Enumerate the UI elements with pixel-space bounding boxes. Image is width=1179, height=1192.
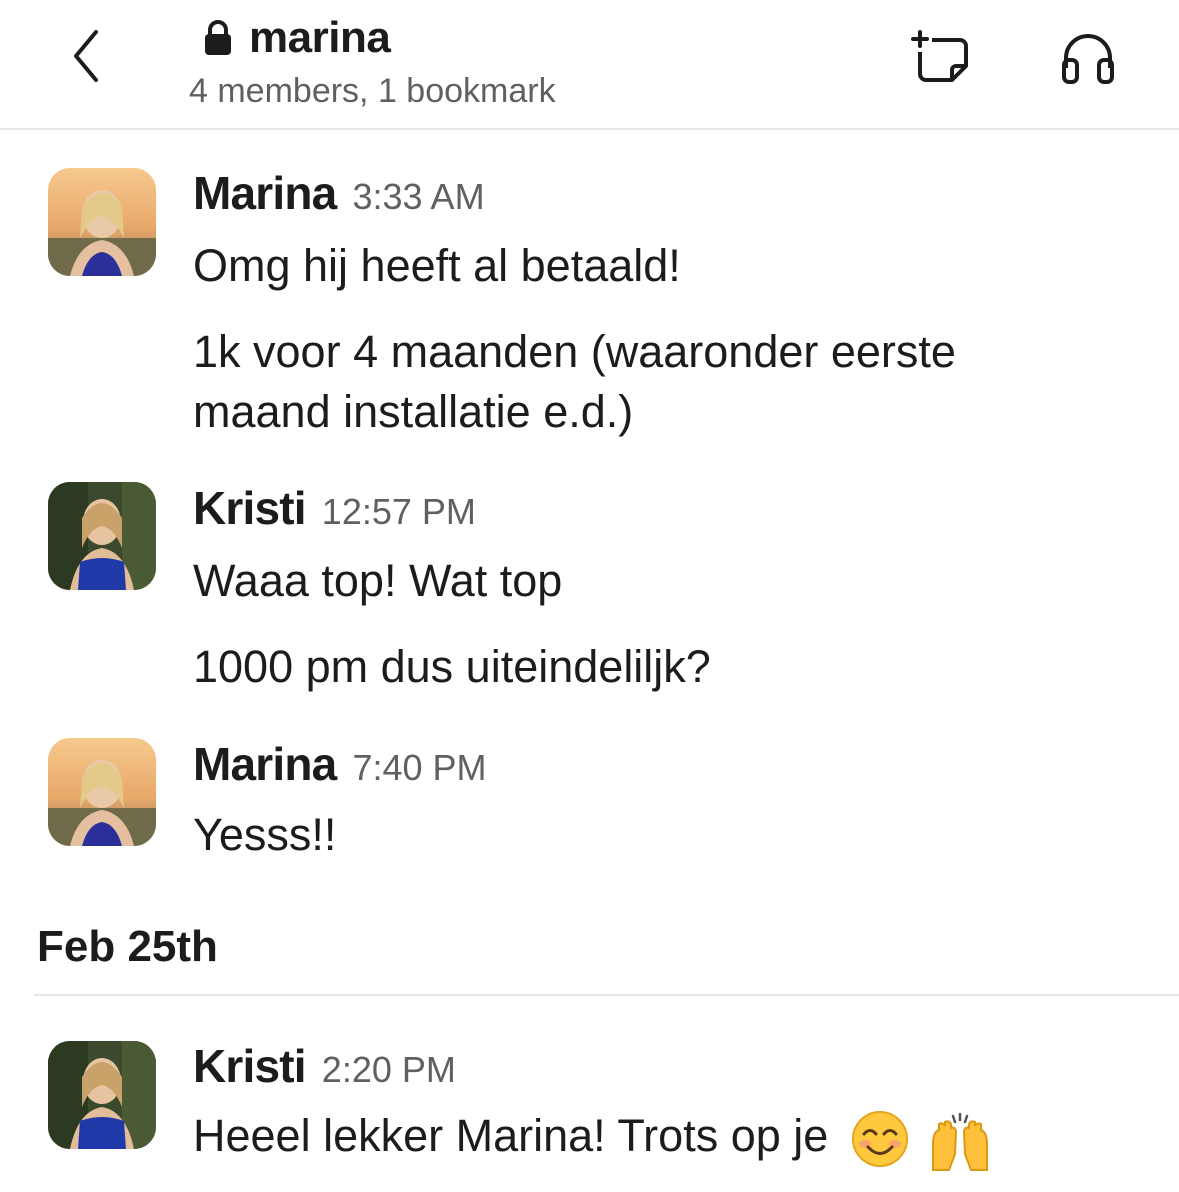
- timestamp[interactable]: 12:57 PM: [322, 491, 476, 533]
- message-header: Kristi 12:57 PM: [193, 481, 476, 535]
- channel-title[interactable]: marina: [203, 10, 391, 66]
- divider: [34, 994, 1179, 996]
- message-header: Kristi 2:20 PM: [193, 1039, 456, 1093]
- message-text: Omg hij heeft al betaald!: [193, 240, 681, 291]
- back-button[interactable]: [58, 26, 114, 86]
- lock-icon: [203, 20, 233, 56]
- add-canvas-button[interactable]: [906, 24, 974, 92]
- channel-header: marina 4 members, 1 bookmark: [0, 0, 1179, 130]
- channel-name: marina: [249, 13, 391, 62]
- channel-details[interactable]: 4 members, 1 bookmark: [189, 72, 556, 111]
- author-name[interactable]: Kristi: [193, 1039, 307, 1093]
- message-text: 1k voor 4 maanden (waaronder eerste: [193, 326, 956, 377]
- chevron-left-icon: [74, 30, 98, 82]
- huddle-button[interactable]: [1054, 24, 1122, 92]
- message-text: maand installatie e.d.): [193, 386, 634, 437]
- smiling-face-icon: [851, 1110, 909, 1168]
- author-name[interactable]: Marina: [193, 737, 337, 791]
- timestamp[interactable]: 7:40 PM: [352, 747, 486, 789]
- avatar[interactable]: [48, 1041, 156, 1149]
- headphones-icon: [1062, 34, 1114, 84]
- raising-hands-icon: [927, 1110, 989, 1172]
- message-text: Yesss!!: [193, 809, 337, 860]
- message-text: Waaa top! Wat top: [193, 555, 563, 606]
- date-separator[interactable]: Feb 25th: [37, 922, 218, 972]
- message-header: Marina 3:33 AM: [193, 166, 485, 220]
- avatar[interactable]: [48, 482, 156, 590]
- author-name[interactable]: Marina: [193, 166, 337, 220]
- message-header: Marina 7:40 PM: [193, 737, 487, 791]
- message-text: Heeel lekker Marina! Trots op je: [193, 1106, 989, 1172]
- message-text: 1000 pm dus uiteindelilјk?: [193, 641, 711, 692]
- author-name[interactable]: Kristi: [193, 481, 307, 535]
- timestamp[interactable]: 2:20 PM: [322, 1049, 456, 1091]
- message-text-content: Heeel lekker Marina! Trots op je: [193, 1110, 829, 1161]
- avatar[interactable]: [48, 168, 156, 276]
- avatar[interactable]: [48, 738, 156, 846]
- add-canvas-icon: [911, 30, 968, 82]
- timestamp[interactable]: 3:33 AM: [352, 176, 484, 218]
